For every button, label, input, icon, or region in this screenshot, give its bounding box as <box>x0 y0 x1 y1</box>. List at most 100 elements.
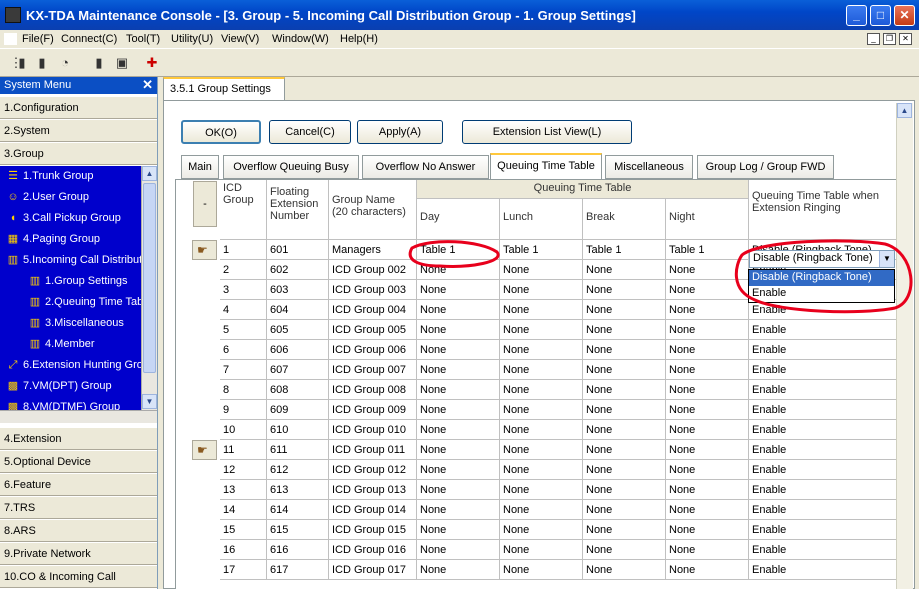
cell-break[interactable]: None <box>583 540 666 560</box>
tab-queuing-time-table[interactable]: Queuing Time Table <box>490 153 602 180</box>
cell-night[interactable]: None <box>666 360 749 380</box>
disconnect-icon[interactable]: ▮ <box>34 55 50 71</box>
category-optional-device[interactable]: 5.Optional Device <box>0 450 157 473</box>
cell-day[interactable]: None <box>417 380 500 400</box>
save-icon[interactable]: ▮ <box>91 55 107 71</box>
category-group[interactable]: 3.Group <box>0 142 157 165</box>
page-tab[interactable]: 3.5.1 Group Settings <box>163 77 285 101</box>
cell-day[interactable]: None <box>417 520 500 540</box>
ringing-select[interactable]: Disable (Ringback Tone) ▼ <box>749 250 895 268</box>
cell-break[interactable]: None <box>583 360 666 380</box>
cell-break[interactable]: None <box>583 280 666 300</box>
cell-break[interactable]: None <box>583 300 666 320</box>
cell-night[interactable]: Table 1 <box>666 240 749 260</box>
cell-break[interactable]: None <box>583 560 666 580</box>
cell-break[interactable]: None <box>583 460 666 480</box>
tab-main[interactable]: Main <box>181 155 219 179</box>
cell-day[interactable]: None <box>417 540 500 560</box>
cell-lunch[interactable]: None <box>500 260 583 280</box>
cell-night[interactable]: None <box>666 340 749 360</box>
menu-file[interactable]: File(F) <box>22 33 54 45</box>
cell-ringing[interactable]: Enable <box>749 400 897 420</box>
minimize-button[interactable]: _ <box>846 5 867 26</box>
tab-group-log-group-fwd[interactable]: Group Log / Group FWD <box>697 155 834 179</box>
cell-night[interactable]: None <box>666 440 749 460</box>
cell-day[interactable]: None <box>417 400 500 420</box>
cell-ringing[interactable]: Enable <box>749 520 897 540</box>
menu-connect[interactable]: Connect(C) <box>61 33 117 45</box>
tree-item-queuing-time-table[interactable]: ▥ 2.Queuing Time Table <box>28 293 152 311</box>
category-co-incoming-call[interactable]: 10.CO & Incoming Call <box>0 565 157 588</box>
cell-lunch[interactable]: None <box>500 520 583 540</box>
cell-lunch[interactable]: None <box>500 420 583 440</box>
cell-night[interactable]: None <box>666 400 749 420</box>
mdi-close-icon[interactable]: ✕ <box>899 33 912 45</box>
tree-item-call-pickup-group[interactable]: ◖ 3.Call Pickup Group <box>6 209 121 227</box>
cell-lunch[interactable]: None <box>500 500 583 520</box>
cell-break[interactable]: None <box>583 380 666 400</box>
scroll-up-icon[interactable]: ▲ <box>142 166 157 181</box>
maximize-button[interactable]: □ <box>870 5 891 26</box>
cell-group-name[interactable]: ICD Group 016 <box>329 540 417 560</box>
cell-break[interactable]: None <box>583 340 666 360</box>
cell-break[interactable]: None <box>583 400 666 420</box>
cell-ringing[interactable]: Enable <box>749 560 897 580</box>
category-ars[interactable]: 8.ARS <box>0 519 157 542</box>
tab-overflow-no-answer[interactable]: Overflow No Answer <box>362 155 489 179</box>
cell-day[interactable]: None <box>417 280 500 300</box>
cell-night[interactable]: None <box>666 480 749 500</box>
category-extension[interactable]: 4.Extension <box>0 427 157 450</box>
dropdown-option-disable[interactable]: Disable (Ringback Tone) <box>749 270 894 286</box>
monitor-icon[interactable]: ▣ <box>114 55 130 71</box>
tree-item-member[interactable]: ▥ 4.Member <box>28 335 95 353</box>
category-feature[interactable]: 6.Feature <box>0 473 157 496</box>
cell-lunch[interactable]: None <box>500 480 583 500</box>
menu-help[interactable]: Help(H) <box>340 33 378 45</box>
menu-view[interactable]: View(V) <box>221 33 259 45</box>
cell-group-name[interactable]: ICD Group 005 <box>329 320 417 340</box>
close-panel-icon[interactable]: ✕ <box>142 77 153 93</box>
menu-window[interactable]: Window(W) <box>272 33 329 45</box>
cell-group-name[interactable]: ICD Group 003 <box>329 280 417 300</box>
row-selector-button[interactable]: ☛ <box>192 240 217 260</box>
cell-group-name[interactable]: ICD Group 004 <box>329 300 417 320</box>
cell-day[interactable]: None <box>417 460 500 480</box>
cell-lunch[interactable]: None <box>500 320 583 340</box>
cell-group-name[interactable]: ICD Group 011 <box>329 440 417 460</box>
cell-day[interactable]: None <box>417 260 500 280</box>
cell-break[interactable]: None <box>583 260 666 280</box>
cell-night[interactable]: None <box>666 260 749 280</box>
cell-ringing[interactable]: Enable <box>749 300 897 320</box>
cell-lunch[interactable]: None <box>500 540 583 560</box>
cell-day[interactable]: None <box>417 360 500 380</box>
cell-group-name[interactable]: ICD Group 007 <box>329 360 417 380</box>
cell-night[interactable]: None <box>666 520 749 540</box>
cell-break[interactable]: None <box>583 480 666 500</box>
cell-ringing[interactable]: Enable <box>749 440 897 460</box>
cell-ringing[interactable]: Enable <box>749 320 897 340</box>
apply-button[interactable]: Apply(A) <box>357 120 443 144</box>
cell-day[interactable]: Table 1 <box>417 240 500 260</box>
cell-night[interactable]: None <box>666 420 749 440</box>
cell-day[interactable]: None <box>417 500 500 520</box>
cell-day[interactable]: None <box>417 480 500 500</box>
cell-lunch[interactable]: None <box>500 360 583 380</box>
scroll-down-icon[interactable]: ▼ <box>142 394 157 409</box>
connect-icon[interactable]: ▮ <box>14 55 30 71</box>
cell-lunch[interactable]: None <box>500 340 583 360</box>
cell-group-name[interactable]: ICD Group 015 <box>329 520 417 540</box>
cell-break[interactable]: None <box>583 500 666 520</box>
cell-day[interactable]: None <box>417 420 500 440</box>
cell-group-name[interactable]: ICD Group 006 <box>329 340 417 360</box>
cell-ringing[interactable]: Enable <box>749 540 897 560</box>
extension-list-view-button[interactable]: Extension List View(L) <box>462 120 632 144</box>
cell-group-name[interactable]: ICD Group 002 <box>329 260 417 280</box>
cell-day[interactable]: None <box>417 560 500 580</box>
cell-break[interactable]: None <box>583 520 666 540</box>
cell-night[interactable]: None <box>666 500 749 520</box>
menu-utility[interactable]: Utility(U) <box>171 33 213 45</box>
cell-group-name[interactable]: Managers <box>329 240 417 260</box>
cell-night[interactable]: None <box>666 280 749 300</box>
cell-break[interactable]: None <box>583 320 666 340</box>
ok-button[interactable]: OK(O) <box>181 120 261 144</box>
